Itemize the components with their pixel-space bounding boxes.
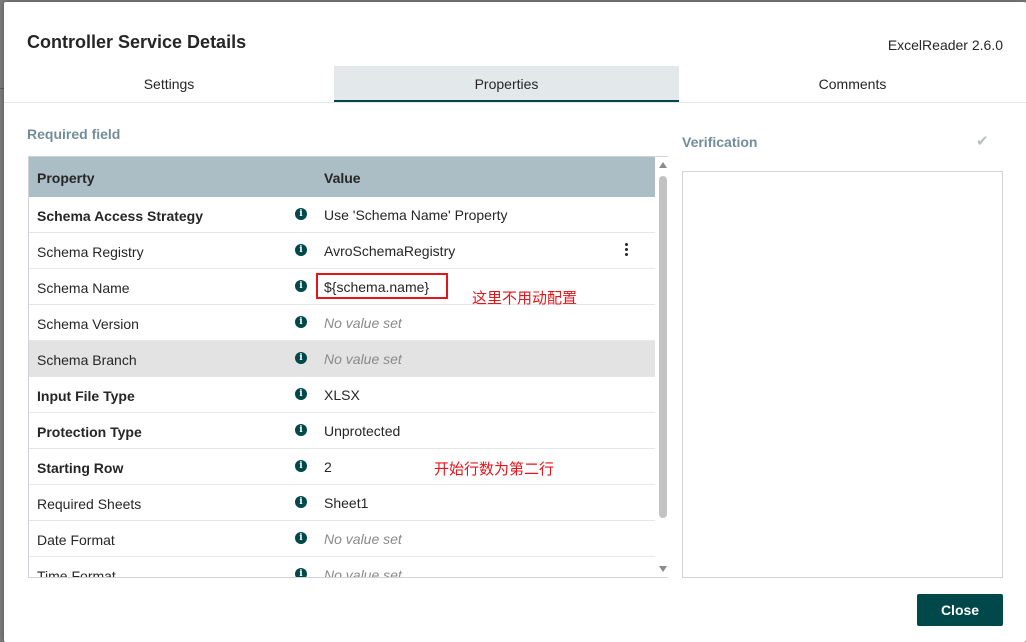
verification-label: Verification — [682, 134, 758, 150]
property-value[interactable]: No value set — [324, 351, 402, 367]
info-icon[interactable]: i — [295, 568, 307, 577]
property-rows: Schema Access Strategy i Use 'Schema Name'… — [29, 197, 655, 578]
info-icon[interactable]: i — [295, 280, 307, 292]
close-button[interactable]: Close — [917, 594, 1003, 626]
highlight-box — [316, 273, 448, 299]
table-row[interactable]: Protection Type i Unprotected — [29, 413, 655, 449]
grid-header: Property Value — [29, 157, 655, 197]
header-property[interactable]: Property — [37, 170, 95, 186]
info-icon[interactable]: i — [295, 208, 307, 220]
table-row[interactable]: Schema Registry i AvroSchemaRegistry — [29, 233, 655, 269]
table-row[interactable]: Schema Access Strategy i Use 'Schema Name'… — [29, 197, 655, 233]
property-value[interactable]: No value set — [324, 531, 402, 547]
scroll-up-arrow[interactable] — [659, 162, 667, 168]
property-value[interactable]: AvroSchemaRegistry — [324, 243, 455, 259]
properties-grid: Property Value Schema Access Strategy i Us… — [28, 156, 668, 578]
table-row[interactable]: Date Format i No value set — [29, 521, 655, 557]
dialog-title: Controller Service Details — [27, 32, 247, 52]
more-options-icon[interactable] — [625, 243, 629, 258]
property-name: Starting Row — [37, 460, 124, 476]
info-icon[interactable]: i — [295, 244, 307, 256]
property-value[interactable]: Use 'Schema Name' Property — [324, 207, 508, 223]
info-icon[interactable]: i — [295, 496, 307, 508]
property-name: Schema Version — [37, 316, 139, 332]
property-name: Schema Access Strategy — [37, 208, 204, 224]
tab-bar: Settings Properties Comments — [4, 66, 1026, 103]
info-icon[interactable]: i — [295, 424, 307, 436]
info-icon[interactable]: i — [295, 460, 307, 472]
property-name: Required Sheets — [37, 496, 142, 512]
table-row[interactable]: Schema Branch i No value set — [29, 341, 655, 377]
tab-comments[interactable]: Comments — [679, 66, 1026, 102]
info-icon[interactable]: i — [295, 316, 307, 328]
tab-properties[interactable]: Properties — [334, 66, 679, 102]
property-value[interactable]: No value set — [324, 567, 402, 577]
property-name: Protection Type — [37, 424, 142, 440]
property-value[interactable]: Unprotected — [324, 423, 400, 439]
grid-scrollbar[interactable] — [657, 157, 669, 577]
table-row[interactable]: Time Format i No value set — [29, 557, 655, 578]
schema-name-annotation: 这里不用动配置 — [472, 290, 578, 307]
info-icon[interactable]: i — [295, 388, 307, 400]
property-name: Date Format — [37, 532, 115, 548]
table-row[interactable]: Schema Version i No value set — [29, 305, 655, 341]
property-value[interactable]: XLSX — [324, 387, 360, 403]
scroll-down-arrow[interactable] — [659, 566, 667, 572]
check-icon[interactable]: ✔ — [976, 132, 989, 150]
property-value[interactable]: 2 — [324, 459, 332, 475]
property-value[interactable]: No value set — [324, 315, 402, 331]
scroll-thumb[interactable] — [659, 176, 667, 518]
property-name: Input File Type — [37, 388, 135, 404]
property-value[interactable]: Sheet1 — [324, 495, 368, 511]
required-field-label: Required field — [27, 126, 121, 142]
verification-panel — [682, 171, 1003, 578]
service-version: ExcelReader 2.6.0 — [887, 37, 1003, 53]
property-name: Time Format — [37, 568, 116, 578]
table-row[interactable]: Required Sheets i Sheet1 — [29, 485, 655, 521]
info-icon[interactable]: i — [295, 532, 307, 544]
starting-row-annotation: 开始行数为第二行 — [434, 461, 555, 478]
property-name: Schema Branch — [37, 352, 137, 368]
tab-settings[interactable]: Settings — [4, 66, 334, 102]
table-row[interactable]: Starting Row i 2 — [29, 449, 655, 485]
property-name: Schema Name — [37, 280, 130, 296]
table-row[interactable]: Input File Type i XLSX — [29, 377, 655, 413]
property-name: Schema Registry — [37, 244, 144, 260]
controller-service-dialog: Controller Service Details ExcelReader 2… — [4, 2, 1026, 642]
header-value[interactable]: Value — [324, 170, 361, 186]
info-icon[interactable]: i — [295, 352, 307, 364]
